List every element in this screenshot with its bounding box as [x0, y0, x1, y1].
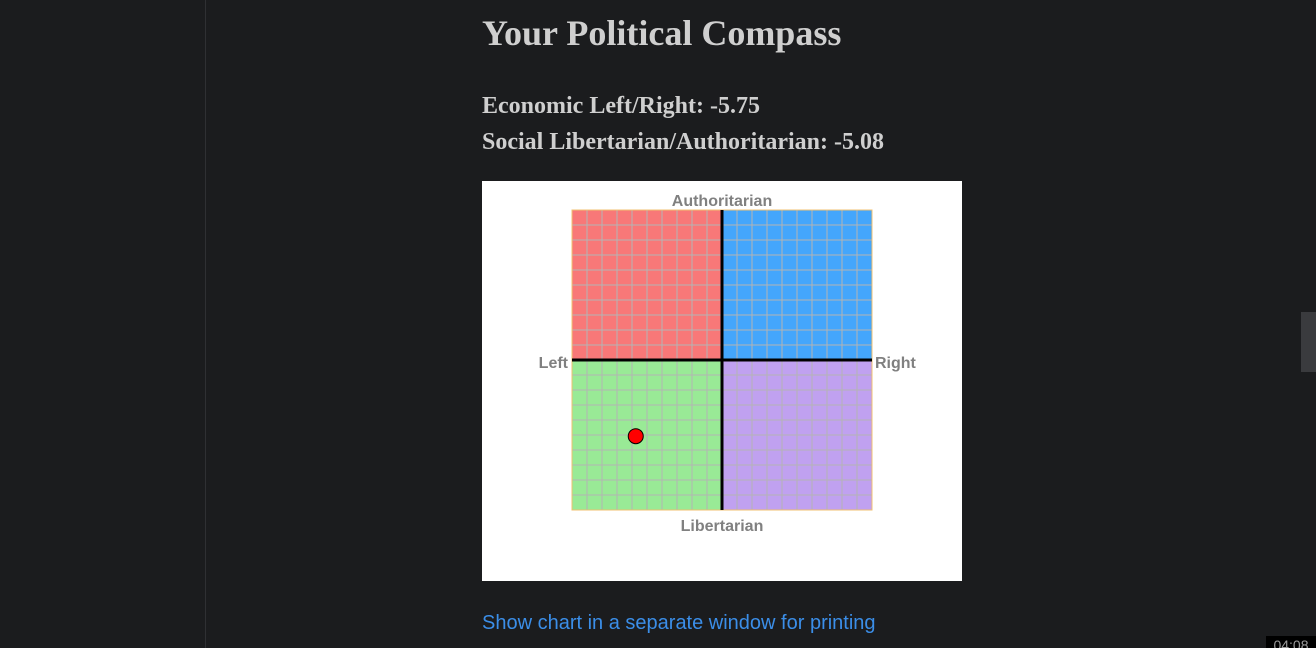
- clock-readout: 04:08: [1266, 636, 1316, 648]
- position-marker: [627, 428, 644, 445]
- compass-svg: Authoritarian Libertarian Left Right: [539, 193, 917, 535]
- data-points: [627, 428, 644, 445]
- print-chart-link[interactable]: Show chart in a separate window for prin…: [482, 612, 876, 635]
- label-libertarian: Libertarian: [681, 518, 764, 535]
- left-sidebar-panel: [0, 0, 206, 648]
- compass-chart: Authoritarian Libertarian Left Right: [482, 181, 962, 581]
- label-authoritarian: Authoritarian: [672, 193, 772, 210]
- economic-score: Economic Left/Right: -5.75: [482, 93, 760, 119]
- social-score: Social Libertarian/Authoritarian: -5.08: [482, 129, 884, 155]
- label-right: Right: [875, 355, 917, 372]
- scrollbar-thumb[interactable]: [1301, 312, 1316, 372]
- page-title: Your Political Compass: [482, 13, 842, 53]
- label-left: Left: [539, 355, 569, 372]
